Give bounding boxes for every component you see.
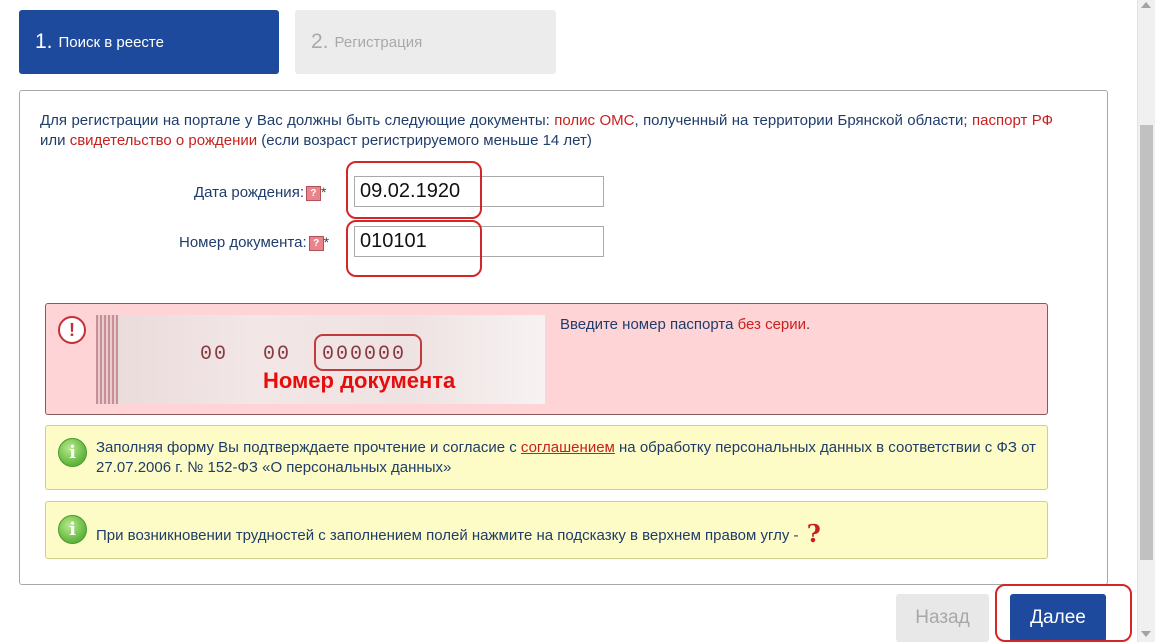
question-icon: ? bbox=[806, 519, 821, 548]
oms-policy-text: полис ОМС bbox=[554, 112, 635, 129]
passport-number-highlight bbox=[314, 334, 422, 371]
required-marker: * bbox=[323, 234, 330, 250]
required-marker: * bbox=[320, 184, 327, 200]
next-button-highlight bbox=[995, 584, 1132, 642]
step-label: Регистрация bbox=[334, 33, 423, 51]
help-icon[interactable]: ? bbox=[308, 235, 324, 251]
passport-series-1: 00 bbox=[200, 343, 229, 366]
birth-date-highlight bbox=[346, 161, 482, 219]
doc-number-label: Номер документа:? * bbox=[179, 234, 330, 251]
help-icon[interactable]: ? bbox=[305, 185, 321, 201]
step-label: Поиск в реесте bbox=[58, 33, 164, 51]
without-series-text: без серии bbox=[737, 316, 807, 333]
step-tab-registration: 2. Регистрация bbox=[295, 10, 556, 74]
passport-caption: Номер документа bbox=[263, 368, 456, 393]
passport-text: паспорт РФ bbox=[972, 112, 1053, 129]
passport-series-2: 00 bbox=[263, 343, 292, 366]
back-button[interactable]: Назад bbox=[896, 594, 989, 642]
intro-text: Для регистрации на портале у Вас должны … bbox=[40, 112, 1053, 149]
scroll-up-arrow-icon[interactable] bbox=[1141, 2, 1151, 8]
step-number: 2. bbox=[311, 30, 329, 53]
info-icon: i bbox=[58, 438, 87, 467]
doc-number-highlight bbox=[346, 220, 482, 277]
step-number: 1. bbox=[35, 30, 53, 53]
birth-certificate-text: свидетельство о рождении bbox=[69, 132, 258, 149]
agreement-link[interactable]: соглашением bbox=[521, 439, 615, 456]
hint-text: При возникновении трудностей с заполнени… bbox=[96, 519, 821, 548]
agreement-text: Заполняя форму Вы подтверждаете прочтени… bbox=[96, 439, 1036, 476]
passport-strip bbox=[96, 315, 118, 404]
info-icon: i bbox=[58, 515, 87, 544]
birth-date-label: Дата рождения:? * bbox=[194, 184, 327, 201]
passport-sample-image: 00 00 000000 Номер документа bbox=[96, 315, 545, 404]
step-tab-search[interactable]: 1. Поиск в реесте bbox=[19, 10, 279, 74]
scrollbar-thumb[interactable] bbox=[1140, 125, 1153, 560]
error-text: Введите номер паспорта без серии. bbox=[560, 316, 811, 333]
scroll-down-arrow-icon[interactable] bbox=[1141, 631, 1151, 637]
exclamation-icon: ! bbox=[58, 316, 86, 344]
